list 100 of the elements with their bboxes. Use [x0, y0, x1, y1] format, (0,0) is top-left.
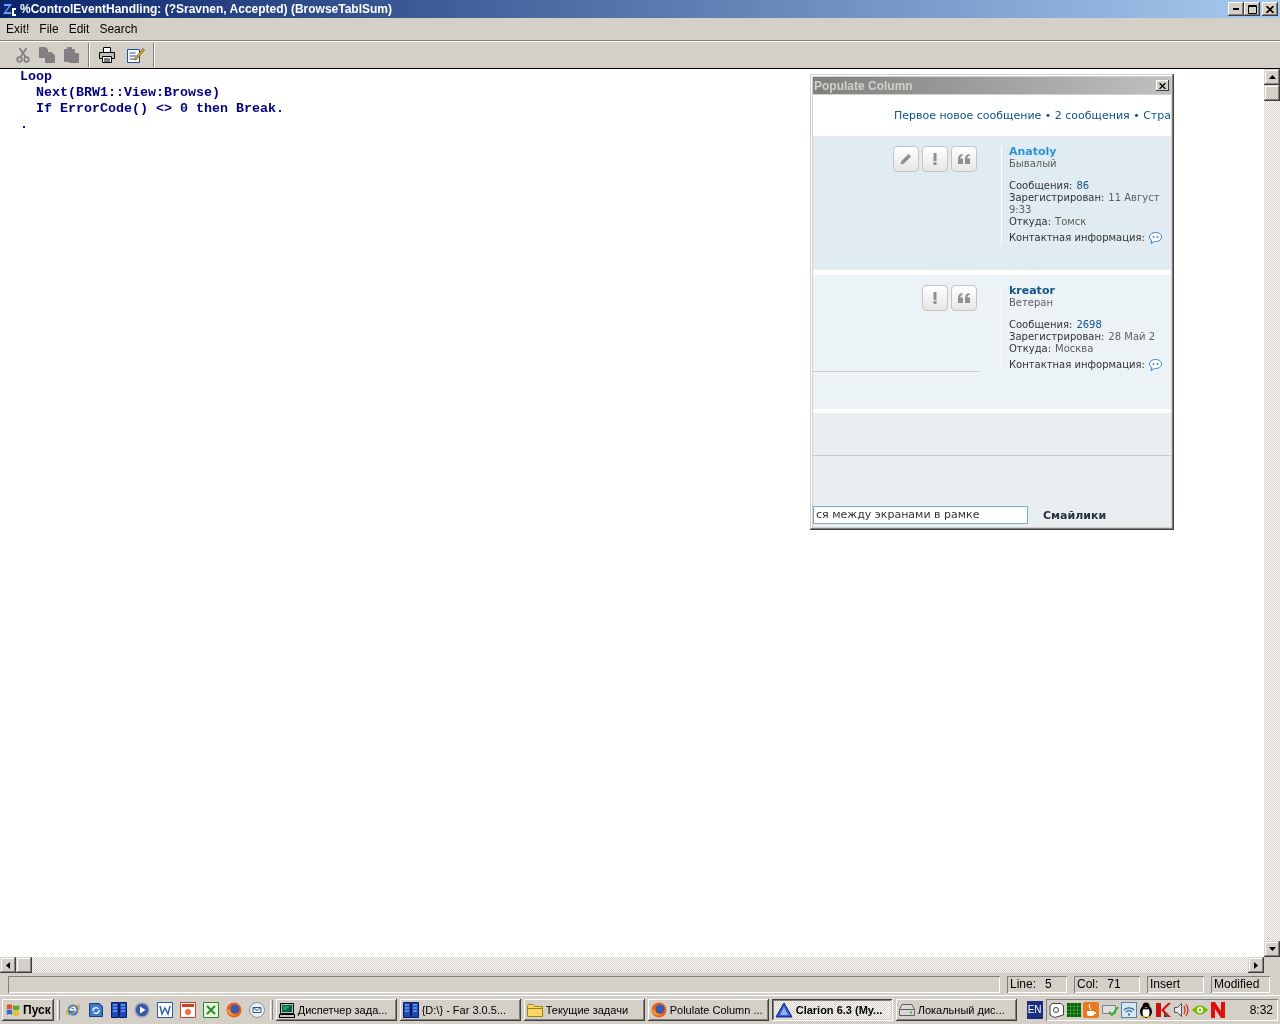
- browser-icon[interactable]: [225, 1002, 242, 1018]
- cup-icon[interactable]: [1082, 1002, 1099, 1018]
- language-indicator[interactable]: EN: [1026, 1001, 1043, 1019]
- field-label: Зарегистрирован:: [1009, 331, 1105, 343]
- field-label: Сообщения:: [1009, 319, 1073, 331]
- status-value: 71: [1107, 977, 1121, 991]
- status-label: Modified: [1214, 977, 1260, 991]
- field-value: Москва: [1055, 343, 1094, 355]
- monitor-check-icon[interactable]: [1100, 1002, 1119, 1018]
- author-link[interactable]: kreator: [1009, 285, 1055, 297]
- speech-bubble-icon[interactable]: [1148, 232, 1162, 244]
- exclamation-icon: [933, 292, 937, 304]
- quote-button[interactable]: [951, 146, 977, 172]
- triangle-icon: [774, 1002, 793, 1018]
- code-line: .: [20, 117, 28, 132]
- field-value: Томск: [1055, 216, 1087, 228]
- menu-item[interactable]: Exit!: [1, 22, 35, 36]
- code-line: Next(BRW1::View:Browse): [36, 85, 220, 100]
- presentation-icon[interactable]: [179, 1002, 196, 1018]
- quote-button[interactable]: [951, 285, 977, 311]
- field-label: Контактная информация:: [1009, 359, 1145, 371]
- report-button[interactable]: [922, 146, 948, 172]
- field-label: Контактная информация:: [1009, 232, 1145, 244]
- taskbar-button[interactable]: Диспетчер зада...: [275, 999, 397, 1021]
- close-icon: [1159, 82, 1166, 89]
- speaker-icon[interactable]: [1172, 1002, 1189, 1018]
- left-arrow-icon: [6, 961, 10, 969]
- menu-item[interactable]: Edit: [63, 22, 95, 36]
- status-value: 5: [1045, 977, 1052, 991]
- computer-icon: [278, 1002, 295, 1018]
- field-value: 28 Май 2: [1108, 331, 1156, 343]
- envelope-icon[interactable]: [248, 1002, 265, 1018]
- maximize-button[interactable]: [1244, 2, 1260, 16]
- edit-button[interactable]: [893, 146, 919, 172]
- start-button[interactable]: Пуск: [2, 999, 54, 1021]
- sync-icon[interactable]: [87, 1002, 104, 1018]
- message-field[interactable]: ся между экранами в рамке: [813, 506, 1028, 524]
- grid-icon[interactable]: [1066, 1003, 1081, 1017]
- columns-icon[interactable]: [110, 1002, 127, 1018]
- speech-bubble-icon[interactable]: [1148, 359, 1162, 371]
- scroll-right-button[interactable]: [1248, 957, 1264, 973]
- report-button[interactable]: [922, 285, 948, 311]
- horizontal-scrollbar[interactable]: [0, 957, 1264, 973]
- globe-icon[interactable]: [64, 1002, 81, 1018]
- copy-icon: [39, 46, 55, 63]
- scroll-down-button[interactable]: [1264, 941, 1280, 957]
- scissors-icon: [15, 46, 31, 63]
- field-label: Сообщения:: [1009, 180, 1073, 192]
- menu-item[interactable]: File: [34, 22, 64, 36]
- taskbar-button[interactable]: {D:\} - Far 3.0.5...: [399, 999, 521, 1021]
- taskbar-button[interactable]: Clarion 6.3 (My...: [771, 999, 893, 1021]
- document-icon[interactable]: [156, 1002, 173, 1018]
- user-rank: Бывалый: [1009, 158, 1057, 170]
- tag-icon[interactable]: [1048, 1002, 1065, 1018]
- status-label: Col:: [1077, 977, 1099, 991]
- columns-icon: [402, 1002, 419, 1018]
- topic-info: Первое новое сообщение • 2 сообщения • Стра: [893, 109, 1171, 122]
- code-line: Loop: [20, 69, 52, 84]
- clipboard-icon: [63, 46, 79, 63]
- minimize-button[interactable]: [1228, 2, 1244, 16]
- scroll-thumb[interactable]: [16, 957, 32, 973]
- field-label: Откуда:: [1009, 343, 1052, 355]
- close-button[interactable]: [1262, 2, 1278, 16]
- field-label: Откуда:: [1009, 216, 1052, 228]
- play-icon[interactable]: [133, 1002, 150, 1018]
- window-title: %ControlEventHandling: (?Sravnen, Accepted) (BrowseTablSum): [20, 2, 394, 16]
- vertical-scrollbar[interactable]: [1264, 69, 1280, 957]
- down-arrow-icon: [1268, 947, 1276, 951]
- scroll-left-button[interactable]: [0, 957, 16, 973]
- scroll-up-button[interactable]: [1264, 69, 1280, 85]
- clock: 8:32: [1249, 1003, 1273, 1017]
- spreadsheet-icon[interactable]: [202, 1002, 219, 1018]
- menu-item[interactable]: Search: [94, 22, 143, 36]
- maximize-icon: [1247, 4, 1257, 14]
- exclamation-icon: [933, 153, 937, 165]
- status-label: Insert: [1150, 977, 1180, 991]
- taskbar-button[interactable]: Локальный дис...: [895, 999, 1017, 1021]
- tray-logo-icon[interactable]: [1154, 1002, 1171, 1018]
- tray-logo-icon[interactable]: [1210, 1002, 1225, 1018]
- browser-icon: [650, 1002, 667, 1018]
- penguin-icon[interactable]: [1138, 1002, 1153, 1018]
- flag-icon: [5, 1003, 21, 1017]
- wireless-icon[interactable]: [1120, 1002, 1137, 1018]
- user-rank: Ветеран: [1009, 297, 1053, 309]
- field-value[interactable]: 86: [1076, 180, 1090, 192]
- app-icon: [3, 2, 17, 16]
- minimize-icon: [1233, 8, 1239, 10]
- taskbar-button[interactable]: Polulate Column ...: [647, 999, 769, 1021]
- field-label: Зарегистрирован:: [1009, 192, 1105, 204]
- taskbar-button[interactable]: Текущие задачи: [523, 999, 645, 1021]
- close-button[interactable]: [1156, 80, 1169, 91]
- scroll-thumb[interactable]: [1264, 85, 1280, 101]
- field-value: 9:33: [1009, 204, 1032, 216]
- quote-icon: [958, 154, 970, 164]
- printer-icon: [99, 46, 115, 63]
- code-line: If ErrorCode() <> 0 then Break.: [36, 101, 284, 116]
- quote-icon: [958, 293, 970, 303]
- popup-title: Populate Column: [814, 78, 914, 93]
- status-label: Line:: [1010, 977, 1037, 991]
- field-value[interactable]: 2698: [1076, 319, 1102, 331]
